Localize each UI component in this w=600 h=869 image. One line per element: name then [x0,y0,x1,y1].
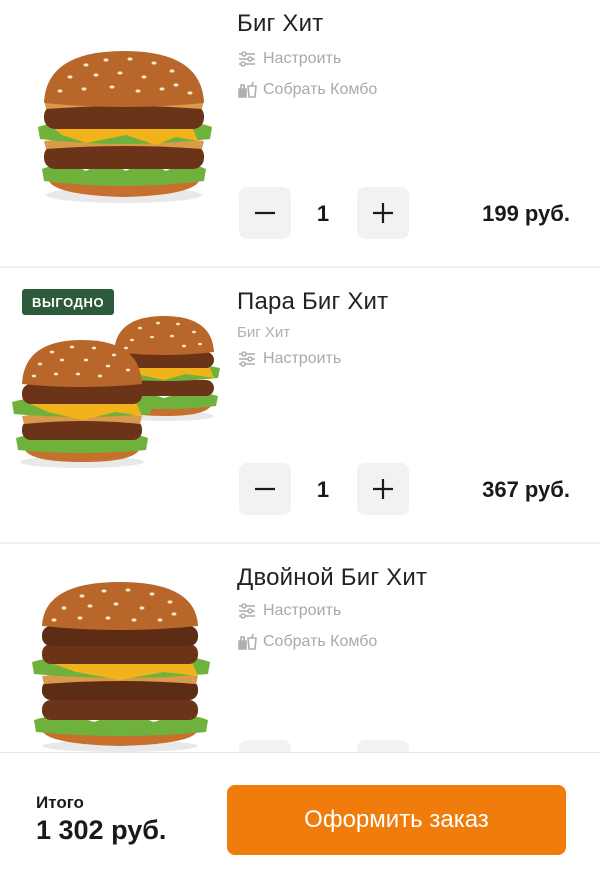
combo-link[interactable]: Собрать Комбо [237,81,377,99]
decrement-button[interactable] [239,187,291,239]
customize-label: Настроить [263,350,342,367]
plus-icon [373,203,393,223]
combo-label: Собрать Комбо [263,81,378,98]
cart-item: Биг Хит Настроить Собрать Комбо 1 199 ру… [0,0,600,266]
total-value: 1 302 руб. [36,815,167,845]
plus-icon [373,479,393,499]
total-label: Итого [36,793,84,812]
burger-image [32,582,210,752]
combo-icon [238,633,257,650]
increment-button[interactable] [357,187,409,239]
customize-link[interactable]: Настроить [237,350,341,368]
combo-link[interactable]: Собрать Комбо [237,633,377,651]
decrement-button[interactable] [239,463,291,515]
item-price: 367 руб. [482,477,570,502]
cart-item: Двойной Биг Хит Настроить Собрать Комбо [0,544,600,752]
customize-label: Настроить [263,602,342,619]
minus-icon [255,487,275,491]
cart-item: ВЫГОДНО Пара Биг Хит Биг Хит Настроить 1… [0,268,600,542]
customize-link[interactable]: Настроить [237,50,341,68]
quantity-value: 1 [316,201,330,226]
sliders-icon [239,603,255,619]
combo-icon [238,81,257,98]
item-title: Биг Хит [237,10,324,37]
item-subtitle: Биг Хит [237,324,291,341]
sliders-icon [239,51,255,67]
sliders-icon [239,351,255,367]
checkout-button[interactable]: Оформить заказ [227,785,566,855]
item-title: Пара Биг Хит [237,288,389,315]
customize-link[interactable]: Настроить [237,602,341,620]
increment-button[interactable] [357,740,409,752]
burger-image [12,316,220,468]
burger-image [38,51,212,203]
item-title: Двойной Биг Хит [237,564,428,591]
customize-label: Настроить [263,50,342,67]
item-price: 199 руб. [482,201,570,226]
decrement-button[interactable] [239,740,291,752]
minus-icon [255,211,275,215]
combo-label: Собрать Комбо [263,633,378,650]
increment-button[interactable] [357,463,409,515]
quantity-value: 1 [316,477,330,502]
cart-footer: Итого 1 302 руб. Оформить заказ [0,752,600,869]
cart-list: Биг Хит Настроить Собрать Комбо 1 199 ру… [0,0,600,752]
